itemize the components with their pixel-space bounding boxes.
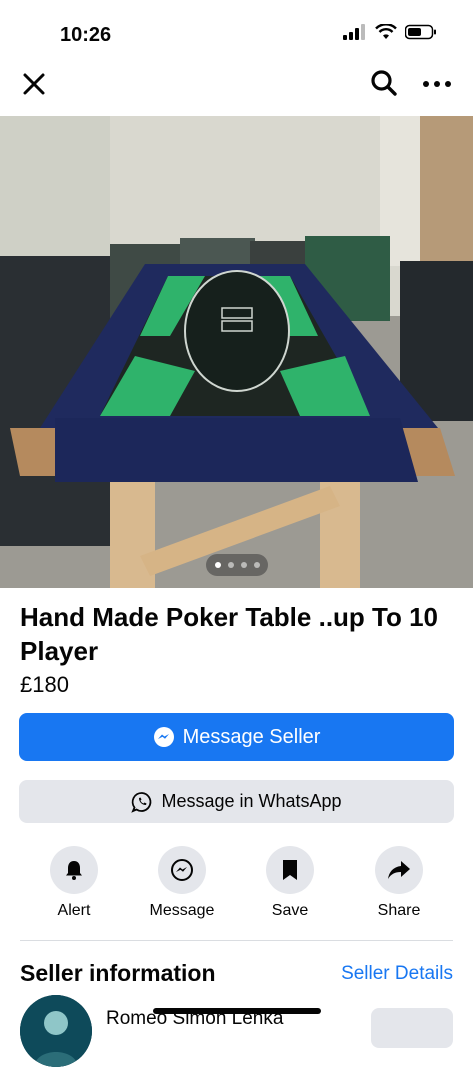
- status-time: 10:26: [60, 24, 112, 46]
- message-seller-button[interactable]: Message Seller: [19, 713, 454, 761]
- message-seller-label: Message Seller: [182, 725, 321, 748]
- listing-photo[interactable]: [0, 116, 473, 588]
- carousel-dot: [253, 562, 260, 568]
- avatar[interactable]: [20, 995, 92, 1067]
- search-icon[interactable]: [369, 68, 399, 98]
- close-icon[interactable]: [20, 70, 48, 98]
- share-label: Share: [377, 902, 421, 919]
- bookmark-icon: [283, 860, 297, 880]
- save-action[interactable]: Save: [240, 846, 340, 920]
- carousel-dot: [227, 562, 234, 568]
- alert-button[interactable]: [50, 846, 98, 894]
- battery-icon: [405, 24, 436, 40]
- whatsapp-label: Message in WhatsApp: [161, 791, 342, 811]
- status-bar: 10:26: [0, 0, 473, 66]
- action-row: Alert Message Save Share: [0, 846, 473, 926]
- alert-action[interactable]: Alert: [24, 846, 124, 920]
- messenger-icon: [153, 727, 174, 747]
- top-nav: [0, 62, 473, 106]
- message-action[interactable]: Message: [132, 846, 232, 920]
- listing-title: Hand Made Poker Table ..up To 10 Player: [20, 602, 439, 666]
- wifi-icon: [375, 24, 397, 39]
- message-label: Message: [149, 902, 215, 919]
- save-label: Save: [271, 902, 309, 919]
- carousel-dot: [240, 562, 247, 568]
- message-button[interactable]: [158, 846, 206, 894]
- whatsapp-icon: [131, 791, 152, 813]
- status-icons: [343, 24, 437, 40]
- signal-icon: [343, 24, 365, 40]
- seller-info-heading: Seller information: [20, 960, 216, 986]
- seller-details-link[interactable]: Seller Details: [341, 963, 453, 985]
- carousel-indicator[interactable]: [206, 554, 268, 576]
- avatar-image: [20, 995, 92, 1067]
- listing-price: £180: [20, 672, 69, 697]
- share-arrow-icon: [388, 861, 410, 879]
- share-action[interactable]: Share: [349, 846, 449, 920]
- home-indicator: [153, 1008, 321, 1014]
- carousel-dot: [214, 562, 221, 568]
- poker-table-image: [0, 116, 473, 588]
- seller-action-button[interactable]: [371, 1008, 453, 1048]
- messenger-icon: [171, 859, 193, 881]
- save-button[interactable]: [266, 846, 314, 894]
- whatsapp-button[interactable]: Message in WhatsApp: [19, 780, 454, 823]
- share-button[interactable]: [375, 846, 423, 894]
- bell-icon: [66, 861, 82, 880]
- alert-label: Alert: [57, 902, 91, 919]
- section-divider: [20, 940, 453, 941]
- more-horizontal-icon[interactable]: [421, 70, 453, 98]
